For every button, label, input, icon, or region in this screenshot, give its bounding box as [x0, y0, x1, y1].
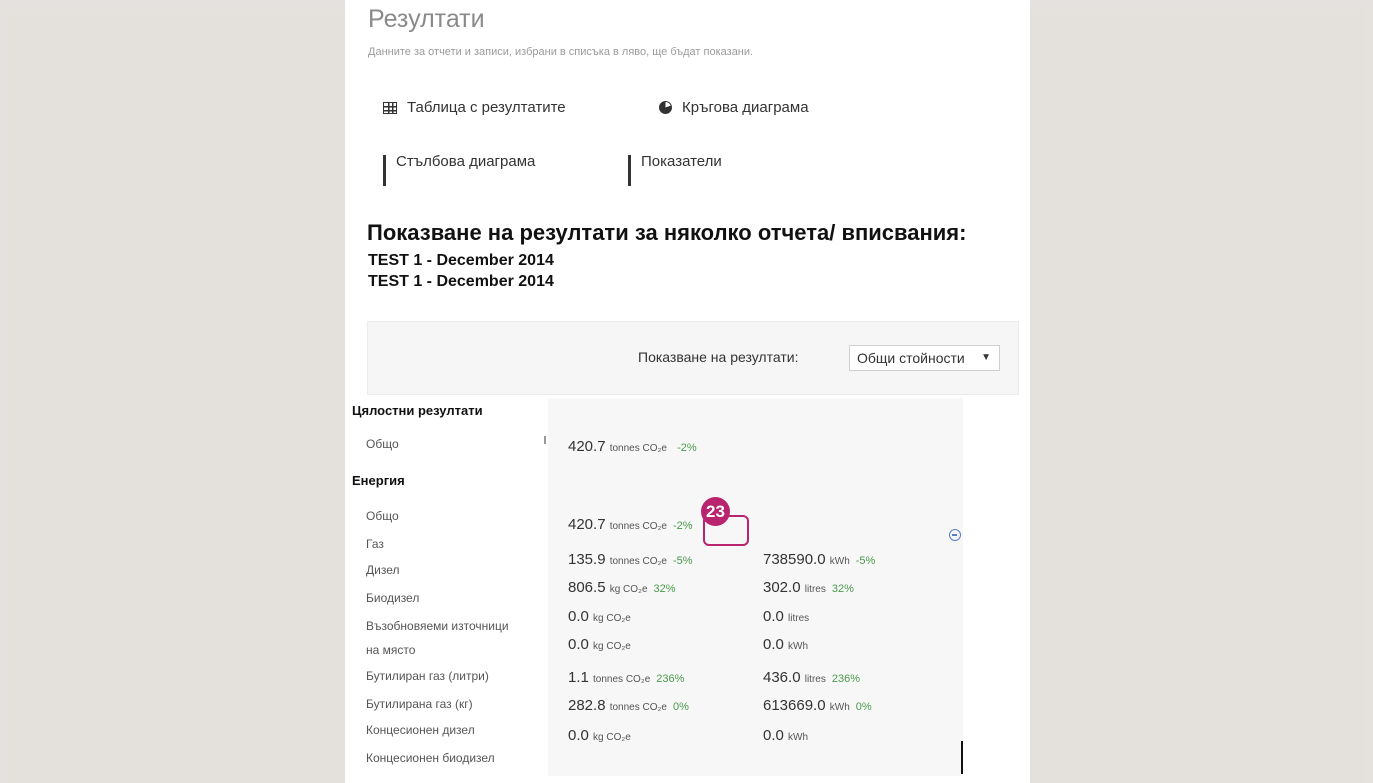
view-indicators-label: Показатели [641, 153, 722, 170]
show-results-value: Общи стойности [857, 350, 965, 366]
left-margin [8, 9, 345, 783]
energy-row-value: 0.0 kWh [763, 636, 809, 653]
text-cursor [961, 741, 963, 774]
energy-row-value: 738590.0 kWh -5% [763, 551, 876, 568]
multi-report-heading: Показване на резултати за няколко отчета… [367, 220, 967, 245]
view-bar-label: Стълбова диаграма [396, 153, 536, 170]
indicators-icon [628, 154, 631, 186]
energy-row-value: 0.0 litres [763, 608, 810, 625]
energy-row-value: 1.1 tonnes CO₂e 236% [568, 669, 685, 686]
overall-heading: Цялостни резултати [352, 403, 483, 418]
results-page: Резултати Данните за отчети и записи, из… [345, 0, 1030, 783]
show-results-select[interactable]: Общи стойности ▼ [849, 345, 1000, 371]
energy-row-value: 436.0 litres 236% [763, 669, 860, 686]
bar-chart-icon [383, 154, 386, 186]
view-bar-link[interactable]: Стълбова диаграма [383, 153, 536, 186]
report-name: TEST 1 - December 2014 [368, 273, 554, 290]
view-table-label: Таблица с резултатите [407, 99, 566, 116]
page-subtitle: Данните за отчети и записи, избрани в сп… [368, 46, 754, 58]
collapse-icon[interactable] [949, 529, 961, 541]
energy-row-value: 0.0 kg CO₂e [568, 608, 631, 625]
energy-row-value: 282.8 tonnes CO₂e 0% [568, 697, 689, 714]
view-pie-label: Кръгова диаграма [682, 99, 809, 116]
energy-row-value: 806.5 kg CO₂e 32% [568, 579, 676, 596]
energy-row-label: Дизел [366, 563, 400, 577]
energy-row-value: 135.9 tonnes CO₂e -5% [568, 551, 693, 568]
energy-row-label: Бутилиран газ (литри) [366, 669, 489, 683]
energy-row-value: 420.7 tonnes CO₂e -2% [568, 516, 693, 533]
overall-total-value: 420.7 tonnes CO₂e -2% [568, 438, 697, 455]
view-pie-link[interactable]: Кръгова диаграма [659, 99, 809, 116]
step-badge: 23 [701, 497, 730, 526]
page-title: Резултати [368, 5, 485, 33]
show-results-label: Показване на резултати: [638, 349, 799, 365]
energy-row-label: Концесионен биодизел [366, 751, 495, 765]
energy-row-label: Биодизел [366, 591, 420, 605]
energy-row-label: Газ [366, 537, 384, 551]
filter-panel: Показване на резултати: Общи стойности ▼ [367, 321, 1019, 395]
energy-heading: Енергия [352, 473, 405, 488]
view-indicators-link[interactable]: Показатели [628, 153, 722, 186]
energy-row-label: Концесионен дизел [366, 723, 475, 737]
right-margin [1030, 9, 1365, 783]
overall-total-label: Общо [366, 437, 399, 451]
energy-row-label: Възобновяеми източници [366, 619, 509, 633]
column-divider [544, 436, 546, 444]
energy-row-label: Бутилирана газ (кг) [366, 697, 473, 711]
energy-row-value: 613669.0 kWh 0% [763, 697, 872, 714]
energy-row-value: 0.0 kg CO₂e [568, 727, 631, 744]
chevron-down-icon: ▼ [981, 352, 991, 363]
pie-chart-icon [659, 101, 672, 114]
view-table-link[interactable]: Таблица с резултатите [383, 99, 566, 116]
energy-row-label: Общо [366, 509, 399, 523]
energy-row-value: 0.0 kWh [763, 727, 809, 744]
energy-row-value: 302.0 litres 32% [763, 579, 854, 596]
energy-row-value: 0.0 kg CO₂e [568, 636, 631, 653]
energy-row-label: на място [366, 643, 416, 657]
table-icon [383, 101, 397, 114]
report-name: TEST 1 - December 2014 [368, 252, 554, 269]
